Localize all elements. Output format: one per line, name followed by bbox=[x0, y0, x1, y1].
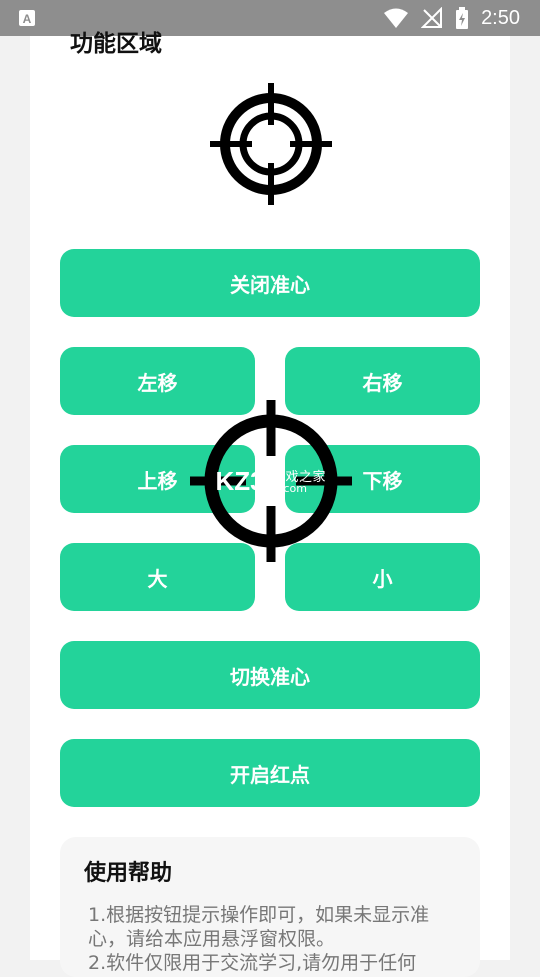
crosshair-preview-icon bbox=[210, 83, 332, 205]
section-title: 功能区域 bbox=[70, 31, 162, 57]
help-text: 1.根据按钮提示操作即可，如果未显示准心，请给本应用悬浮窗权限。 2.软件仅限用… bbox=[88, 903, 458, 975]
wifi-icon bbox=[384, 8, 409, 28]
help-line-1: 1.根据按钮提示操作即可，如果未显示准心，请给本应用悬浮窗权限。 bbox=[88, 904, 430, 950]
switch-crosshair-button[interactable]: 切换准心 bbox=[60, 641, 480, 709]
status-left: A bbox=[18, 9, 36, 27]
watermark-logo: KZ3 bbox=[215, 466, 264, 496]
no-signal-icon bbox=[421, 7, 443, 28]
battery-icon bbox=[456, 7, 469, 29]
a-notification-icon: A bbox=[19, 10, 35, 26]
status-right: 2:50 bbox=[383, 7, 520, 30]
floating-crosshair-icon[interactable]: KZ3 bbox=[190, 400, 352, 562]
toggle-crosshair-button[interactable]: 关闭准心 bbox=[60, 249, 480, 317]
watermark-site-domain: .com bbox=[280, 482, 307, 495]
help-title: 使用帮助 bbox=[84, 861, 173, 886]
red-dot-button[interactable]: 开启红点 bbox=[60, 739, 480, 807]
status-time: 2:50 bbox=[481, 6, 520, 29]
svg-text:A: A bbox=[23, 12, 32, 26]
help-line-2: 2.软件仅限用于交流学习,请勿用于任何 bbox=[88, 952, 417, 974]
help-section: 使用帮助 1.根据按钮提示操作即可，如果未显示准心，请给本应用悬浮窗权限。 2.… bbox=[60, 837, 480, 977]
